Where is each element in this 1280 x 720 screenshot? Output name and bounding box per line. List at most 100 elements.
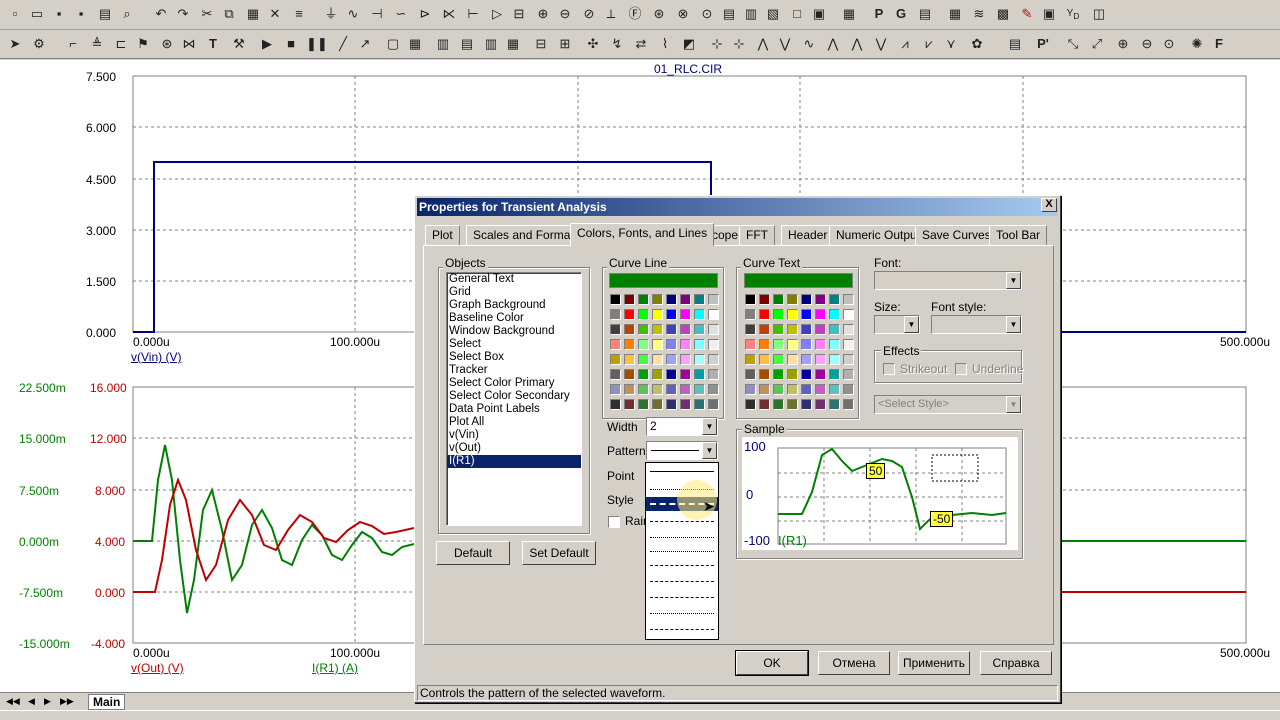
pattern-option-long-dash[interactable] [650,565,714,566]
cut-icon[interactable]: ✂ [198,5,216,23]
p-prime-icon[interactable]: P' [1034,35,1052,53]
color-swatch[interactable] [610,384,621,395]
color-swatch[interactable] [801,384,812,395]
next-sheet-icon[interactable]: ▶ [44,696,51,707]
color-swatch[interactable] [666,384,677,395]
color-swatch[interactable] [708,354,719,365]
chevron-down-icon[interactable]: ▼ [904,316,919,333]
color-swatch[interactable] [708,369,719,380]
print-icon[interactable]: ▤ [96,5,114,23]
color-swatch[interactable] [624,384,635,395]
source-icon[interactable]: ⊕ [534,5,552,23]
color-swatch[interactable] [610,354,621,365]
color-swatch[interactable] [708,294,719,305]
fn-source-icon[interactable]: Ⓕ [626,5,644,23]
cursor-b-icon[interactable]: ↯ [608,35,626,53]
list-item[interactable]: v(Out) [447,442,581,455]
g-icon[interactable]: G [892,5,910,23]
cursor-a-icon[interactable]: ✣ [584,35,602,53]
color-swatch[interactable] [745,309,756,320]
color-swatch[interactable] [680,339,691,350]
color-swatch[interactable] [652,294,663,305]
color-swatch[interactable] [624,294,635,305]
list-icon[interactable]: ▤ [916,5,934,23]
list-item[interactable]: Select Color Primary [447,377,581,390]
color-swatch[interactable] [624,369,635,380]
color-swatch[interactable] [680,324,691,335]
tab-save-curves[interactable]: Save Curves [915,225,998,245]
pattern-option-sparse-dot[interactable] [650,551,714,552]
color-swatch[interactable] [801,354,812,365]
color-swatch[interactable] [801,399,812,410]
bracket-icon[interactable]: ⊏ [112,35,130,53]
list-item[interactable]: Plot All [447,416,581,429]
tab-tool-bar[interactable]: Tool Bar [989,225,1048,245]
color-swatch[interactable] [652,384,663,395]
undo-icon[interactable]: ↶ [152,5,170,23]
color-swatch[interactable] [787,369,798,380]
flag-icon[interactable]: ⚑ [134,35,152,53]
line-tool-icon[interactable]: ╱ [334,35,352,53]
list-item[interactable]: Graph Background [447,299,581,312]
color-swatch[interactable] [638,384,649,395]
window-layout-5-icon[interactable]: ▣ [810,5,828,23]
color-swatch[interactable] [638,324,649,335]
width-select[interactable]: 2 ▼ [646,417,718,436]
pause-icon[interactable]: ❚❚ [306,35,328,53]
print-preview-icon[interactable]: ⌕ [118,5,136,23]
color-swatch[interactable] [624,399,635,410]
color-swatch[interactable] [652,339,663,350]
zoom-window-icon[interactable]: ▣ [1040,5,1058,23]
color-swatch[interactable] [680,354,691,365]
color-swatch[interactable] [666,294,677,305]
first-sheet-icon[interactable]: ◀◀ [6,696,20,707]
close-button[interactable]: X [1041,198,1057,212]
color-swatch[interactable] [666,354,677,365]
color-swatch[interactable] [773,324,784,335]
size-select[interactable]: ▼ [874,315,920,334]
layout-b-icon[interactable]: ▤ [458,35,476,53]
color-swatch[interactable] [773,384,784,395]
list-item[interactable]: Data Point Labels [447,403,581,416]
select-all-icon[interactable]: ≡ [290,5,308,23]
resistor-icon[interactable]: ∿ [344,5,362,23]
color-swatch[interactable] [638,354,649,365]
pointer-icon[interactable]: ➤ [6,35,24,53]
color-swatch[interactable] [815,369,826,380]
color-swatch[interactable] [759,354,770,365]
pen-icon[interactable]: ✎ [1018,5,1036,23]
color-swatch[interactable] [815,294,826,305]
color-swatch[interactable] [610,294,621,305]
probe-icon[interactable]: ⊙ [698,5,716,23]
color-swatch[interactable] [801,294,812,305]
font-style-select[interactable]: ▼ [931,315,1022,334]
tab-colors-fonts-lines[interactable]: Colors, Fonts, and Lines [570,223,715,246]
color-swatch[interactable] [759,339,770,350]
color-swatch[interactable] [694,324,705,335]
color-swatch[interactable] [694,294,705,305]
color-swatch[interactable] [694,384,705,395]
rescale-icon[interactable]: ⤢ [1088,35,1106,53]
color-swatch[interactable] [801,369,812,380]
box-tool-icon[interactable]: ▢ [384,35,402,53]
save-all-icon[interactable]: ▪ [72,5,90,23]
color-swatch[interactable] [708,324,719,335]
chevron-down-icon[interactable]: ▼ [1006,316,1021,333]
color-swatch[interactable] [638,294,649,305]
chevron-down-icon[interactable]: ▼ [1006,396,1021,413]
color-swatch[interactable] [829,354,840,365]
color-swatch[interactable] [773,354,784,365]
cursor-c-icon[interactable]: ⇄ [632,35,650,53]
sheet-tab-main[interactable]: Main [88,694,126,710]
color-swatch[interactable] [843,384,854,395]
ok-button[interactable]: OK [735,650,809,676]
window-layout-1-icon[interactable]: ▤ [720,5,738,23]
tab-scales-and-formats[interactable]: Scales and Formats [466,225,587,245]
set-default-button[interactable]: Set Default [522,541,596,565]
objects-list[interactable]: General Text Grid Graph Background Basel… [446,272,582,526]
palette-icon[interactable]: ✿ [968,35,986,53]
font-select[interactable]: ▼ [874,271,1022,290]
open-file-icon[interactable]: ▭ [28,5,46,23]
color-swatch[interactable] [652,399,663,410]
color-swatch[interactable] [815,399,826,410]
